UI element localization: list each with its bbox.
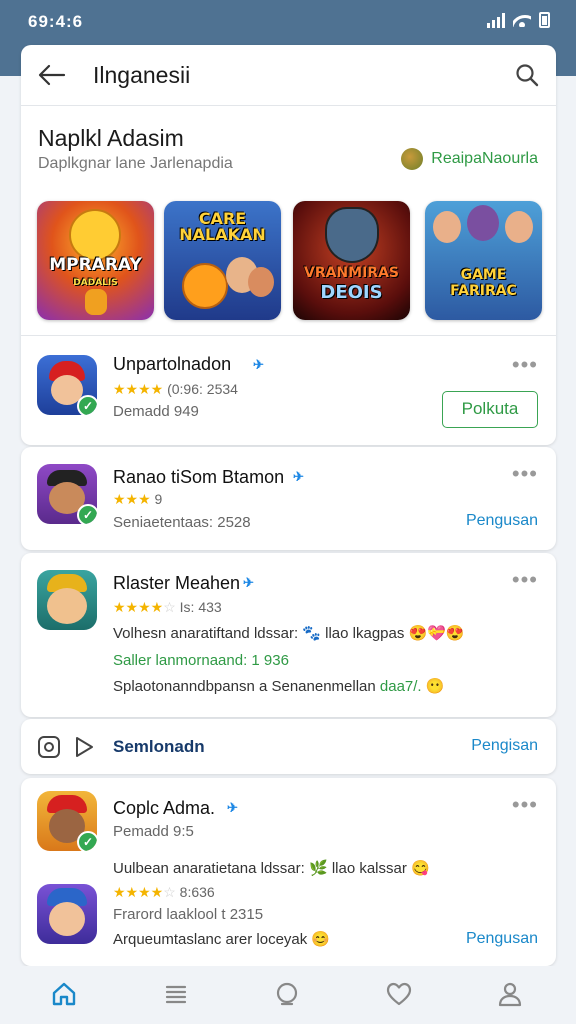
promo-link[interactable]: Pengisan [471,737,538,755]
play-icon[interactable] [73,735,95,764]
app-name: Unpartolnadon [113,354,232,374]
featured-banner-2[interactable]: CARE NALAKAN [164,201,281,320]
banner-sublabel: DEOIS [320,282,383,303]
status-icons [487,12,550,28]
character-art [69,209,121,261]
banner-label: MPRARAY [49,255,142,275]
open-link[interactable]: Pengusan [466,930,538,948]
app-downloads: Seniaetentaas: 2528 [113,514,251,531]
app-sales: Saller lanmornaand: 1 936 [113,652,289,669]
app-rating-count: 9 [154,491,163,507]
instagram-icon[interactable] [38,736,60,758]
rating-stars: ★★★ [113,491,151,507]
region-selector[interactable]: ReaipaNaourla [401,148,538,170]
app-description: Volhesn anaratiftand ldssar: 🐾 llao lkag… [113,625,465,642]
character-art [325,207,379,263]
install-button[interactable]: Polkuta [442,391,538,428]
region-icon [401,148,424,170]
app-downloads: Pemadd 9:5 [113,823,194,840]
wifi-icon [513,13,531,27]
more-options-icon[interactable]: ••• [512,569,538,591]
heart-icon[interactable] [385,980,413,1008]
character-art [433,211,461,243]
installed-check-icon: ✓ [77,831,97,851]
signal-icon [487,12,505,28]
featured-banner-1[interactable]: MPRARAY DADALIS [37,201,154,320]
app-rating-count: 8:636 [179,884,215,900]
banner-label: GAME FARIRAC [450,267,517,299]
verified-icon: ✈ [253,357,264,372]
more-options-icon[interactable]: ••• [512,794,538,816]
app-description-suffix: llao kalssar 😋 [327,860,430,877]
promo-row: Semlonadn Pengisan [21,719,556,774]
app-rating: ★★★★☆ 8:636 [113,884,215,901]
rating-stars: ★★★★☆ [113,884,176,900]
banner-label: CARE NALAKAN [179,209,266,244]
back-arrow-icon[interactable] [37,63,67,87]
app-rating: ★★★★ (0:96: 2534 [113,381,238,398]
list-icon[interactable] [162,980,190,1008]
app-icon[interactable]: ✓ [37,355,97,415]
character-art [505,211,533,243]
app-note: Arqueumtaslanc arer loceyak 😊 [113,931,331,948]
app-icon[interactable] [37,884,97,944]
page-title: Ilnganesii [93,62,191,88]
banner-label: VRANMIRAS [303,265,399,281]
character-art [182,263,228,309]
header-divider [21,105,556,106]
rating-stars: ★★★★ [113,381,164,397]
bottom-navigation [0,966,576,1024]
banner-divider [21,335,556,336]
verified-icon: ✈ [243,575,254,590]
character-body [85,289,107,315]
verified-icon: ✈ [293,469,304,484]
app-note-highlight: daa7/. [379,678,422,695]
app-downloads: Demadd 949 [113,403,199,420]
character-face [49,902,85,936]
featured-banner-4[interactable]: GAME FARIRAC [425,201,542,320]
app-card: ✓ Ranao tiSom Btamon ✈ ★★★ 9 Seniaetenta… [21,447,556,550]
more-options-icon[interactable]: ••• [512,354,538,376]
installed-check-icon: ✓ [77,395,97,415]
app-name: Rlaster Meahen [113,573,241,593]
installed-check-icon: ✓ [77,504,97,524]
rating-stars: ★★★★☆ [113,599,176,615]
character-face [47,588,87,624]
app-downloads: Frarord laaklool t 2315 [113,906,264,923]
open-link[interactable]: Pengusan [466,512,538,530]
profile-icon[interactable] [496,980,524,1008]
app-rating-count: (0:96: 2534 [167,381,238,397]
app-description: Uulbean anaratietana ldssar: 🌿 llao kals… [113,859,430,877]
more-options-icon[interactable]: ••• [512,463,538,485]
battery-icon [539,12,550,28]
app-icon[interactable]: ✓ [37,791,97,851]
app-rating: ★★★★☆ Is: 433 [113,599,222,616]
section-title: Naplkl Adasim [38,125,184,151]
app-name: Ranao tiSom Btamon [113,467,285,487]
section-subtitle: Daplkgnar lane Jarlenapdia [38,155,233,172]
app-description-text: Uulbean anaratietana ldssar: [113,860,309,877]
app-card: Rlaster Meahen ✈ ★★★★☆ Is: 433 Volhesn a… [21,553,556,717]
verified-icon: ✈ [227,800,238,815]
app-rating: ★★★ 9 [113,491,162,508]
search-icon[interactable] [514,62,540,88]
app-name: Coplc Adma. [113,798,216,818]
featured-banner-3[interactable]: VRANMIRAS DEOIS [293,201,410,320]
app-note-emoji: 😶 [421,678,445,695]
chat-icon[interactable] [273,980,301,1008]
character-art [248,267,274,297]
promo-label: Semlonadn [113,737,205,756]
app-description-highlight: 🌿 [308,860,328,877]
status-time: 69:4:6 [28,12,84,31]
main-card: Ilnganesii Naplkl Adasim Daplkgnar lane … [21,45,556,445]
app-note-text: Splaotonanndbpansn a Senanenmellan [113,678,380,695]
character-art [467,205,499,241]
app-icon[interactable]: ✓ [37,464,97,524]
home-icon[interactable] [50,980,78,1008]
app-icon[interactable] [37,570,97,630]
region-label: ReaipaNaourla [431,150,538,167]
app-note: Splaotonanndbpansn a Senanenmellan daa7/… [113,677,444,695]
app-card: ✓ Coplc Adma. ✈ Pemadd 9:5 Uulbean anara… [21,778,556,966]
app-rating-count: Is: 433 [179,599,222,615]
